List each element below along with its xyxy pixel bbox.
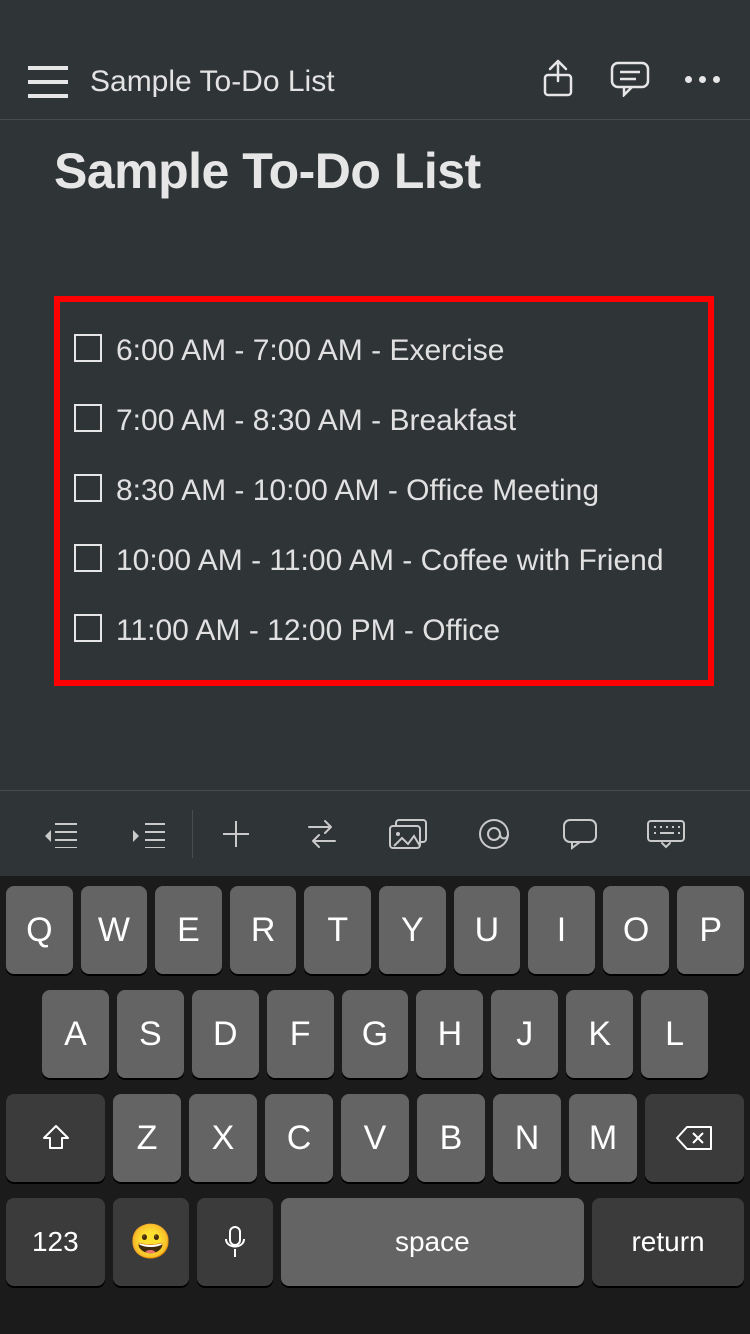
outdent-icon[interactable] [20,791,106,877]
keyboard-row-1: Q W E R T Y U I O P [6,886,744,974]
menu-icon[interactable] [28,66,68,98]
todo-item[interactable]: 10:00 AM - 11:00 AM - Coffee with Friend [70,540,686,582]
emoji-key[interactable]: 😀 [113,1198,189,1286]
todo-item[interactable]: 6:00 AM - 7:00 AM - Exercise [70,330,686,372]
key-i[interactable]: I [528,886,595,974]
keyboard-row-2: A S D F G H J K L [6,990,744,1078]
image-icon[interactable] [365,791,451,877]
key-n[interactable]: N [493,1094,561,1182]
key-e[interactable]: E [155,886,222,974]
todo-highlight-box: 6:00 AM - 7:00 AM - Exercise 7:00 AM - 8… [54,296,714,686]
nav-right [538,59,722,99]
key-v[interactable]: V [341,1094,409,1182]
keyboard-row-4: 123 😀 space return [6,1198,744,1286]
format-toolbar [0,790,750,876]
key-x[interactable]: X [189,1094,257,1182]
key-s[interactable]: S [117,990,184,1078]
space-key[interactable]: space [281,1198,585,1286]
key-h[interactable]: H [416,990,483,1078]
keyboard-row-3: Z X C V B N M [6,1094,744,1182]
comment-icon[interactable] [610,59,650,99]
todo-item[interactable]: 8:30 AM - 10:00 AM - Office Meeting [70,470,686,512]
key-c[interactable]: C [265,1094,333,1182]
key-k[interactable]: K [566,990,633,1078]
key-q[interactable]: Q [6,886,73,974]
key-g[interactable]: G [342,990,409,1078]
key-m[interactable]: M [569,1094,637,1182]
checkbox-icon[interactable] [74,614,102,642]
nav-left: Sample To-Do List [28,65,538,99]
share-icon[interactable] [538,59,578,99]
key-j[interactable]: J [491,990,558,1078]
todo-text[interactable]: 7:00 AM - 8:30 AM - Breakfast [116,400,516,442]
todo-item[interactable]: 7:00 AM - 8:30 AM - Breakfast [70,400,686,442]
nav-title[interactable]: Sample To-Do List [90,65,335,99]
key-b[interactable]: B [417,1094,485,1182]
shift-key[interactable] [6,1094,105,1182]
key-o[interactable]: O [603,886,670,974]
dictation-key[interactable] [197,1198,273,1286]
onscreen-keyboard: Q W E R T Y U I O P A S D F G H J K L Z … [0,876,750,1334]
page-content: Sample To-Do List 6:00 AM - 7:00 AM - Ex… [0,120,750,686]
key-y[interactable]: Y [379,886,446,974]
todo-item[interactable]: 11:00 AM - 12:00 PM - Office [70,610,686,652]
key-d[interactable]: D [192,990,259,1078]
indent-icon[interactable] [106,791,192,877]
key-w[interactable]: W [81,886,148,974]
numbers-key[interactable]: 123 [6,1198,105,1286]
key-z[interactable]: Z [113,1094,181,1182]
checkbox-icon[interactable] [74,544,102,572]
return-key[interactable]: return [592,1198,744,1286]
key-a[interactable]: A [42,990,109,1078]
comment-add-icon[interactable] [537,791,623,877]
todo-text[interactable]: 6:00 AM - 7:00 AM - Exercise [116,330,505,372]
page-title[interactable]: Sample To-Do List [54,142,714,200]
key-p[interactable]: P [677,886,744,974]
key-f[interactable]: F [267,990,334,1078]
add-block-icon[interactable] [193,791,279,877]
key-u[interactable]: U [454,886,521,974]
checkbox-icon[interactable] [74,404,102,432]
keyboard-dismiss-icon[interactable] [623,791,709,877]
todo-text[interactable]: 8:30 AM - 10:00 AM - Office Meeting [116,470,599,512]
checkbox-icon[interactable] [74,334,102,362]
key-t[interactable]: T [304,886,371,974]
key-r[interactable]: R [230,886,297,974]
turn-into-icon[interactable] [279,791,365,877]
key-l[interactable]: L [641,990,708,1078]
mention-icon[interactable] [451,791,537,877]
top-nav: Sample To-Do List [0,0,750,120]
backspace-key[interactable] [645,1094,744,1182]
more-icon[interactable] [682,59,722,99]
todo-text[interactable]: 10:00 AM - 11:00 AM - Coffee with Friend [116,540,664,582]
checkbox-icon[interactable] [74,474,102,502]
todo-text[interactable]: 11:00 AM - 12:00 PM - Office [116,610,500,652]
